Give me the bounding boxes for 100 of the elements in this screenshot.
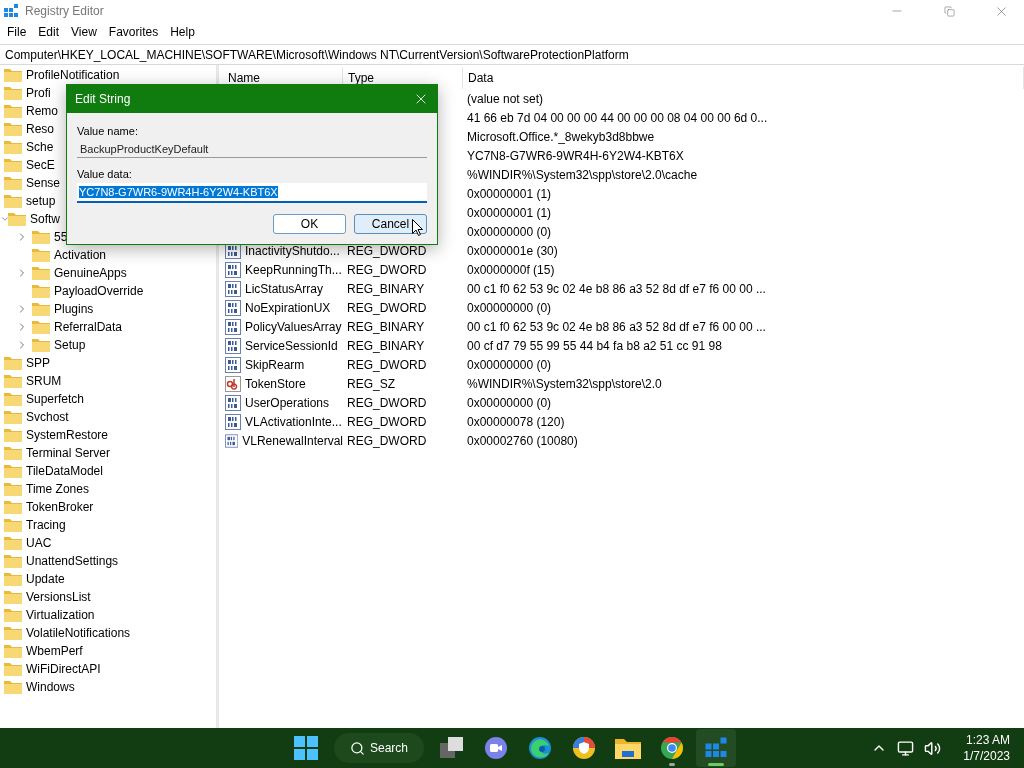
tree-item[interactable]: Remo — [26, 104, 58, 118]
chrome-icon — [660, 736, 684, 760]
table-cell-text: 00 c1 f0 62 53 9c 02 4e b8 86 a3 52 8d df e7 f6 00 00 ... — [466, 281, 766, 296]
table-cell-text: TokenStore — [244, 376, 306, 391]
menu-item[interactable]: View — [65, 25, 103, 39]
folder-icon — [4, 194, 22, 208]
binary-value-icon — [225, 261, 241, 278]
tree-item[interactable]: Activation — [54, 248, 107, 262]
tree-item[interactable]: Tracing — [26, 518, 66, 532]
folder-icon — [615, 737, 641, 759]
tree-item[interactable]: Sche — [26, 140, 54, 154]
tree-item[interactable]: PayloadOverride — [54, 284, 144, 298]
tree-item[interactable]: WiFiDirectAPI — [26, 662, 101, 676]
folder-icon — [4, 662, 22, 676]
tree-item[interactable]: SRUM — [26, 374, 62, 388]
binary-value-icon — [225, 337, 241, 354]
menu-item[interactable]: Edit — [32, 25, 66, 39]
table-cell-text: REG_SZ — [346, 376, 395, 391]
table-cell-text: InactivityShutdo... — [244, 243, 340, 258]
folder-icon — [4, 554, 22, 568]
table-cell-text: REG_BINARY — [346, 338, 425, 353]
table-cell-text: 0x00000000 (0) — [466, 395, 552, 410]
tree-item[interactable]: Softw — [30, 212, 60, 226]
tree-item[interactable]: Time Zones — [26, 482, 89, 496]
binary-value-icon — [225, 394, 241, 411]
tree-item[interactable]: Terminal Server — [26, 446, 111, 460]
tree-item[interactable]: Plugins — [54, 302, 94, 316]
folder-icon — [32, 248, 50, 262]
tree-item[interactable]: UnattendSettings — [26, 554, 119, 568]
folder-icon — [32, 320, 50, 334]
table-cell-text: (value not set) — [466, 91, 544, 106]
tree-item[interactable]: setup — [26, 194, 56, 208]
table-cell-text: REG_DWORD — [346, 300, 427, 315]
tree-item[interactable]: Superfetch — [26, 392, 85, 406]
menu-item[interactable]: File — [1, 25, 33, 39]
network-icon[interactable] — [897, 739, 915, 757]
search-button[interactable]: Search — [334, 733, 424, 763]
table-cell-text: ServiceSessionId — [244, 338, 338, 353]
folder-icon — [4, 410, 22, 424]
clock[interactable]: 1:23 AM 1/7/2023 — [963, 732, 1010, 764]
table-cell-text: VLRenewalInterval — [241, 433, 343, 448]
tree-item[interactable]: VolatileNotifications — [26, 626, 131, 640]
table-cell-text: KeepRunningTh... — [244, 262, 342, 277]
folder-icon — [4, 572, 22, 586]
tree-item[interactable]: Virtualization — [26, 608, 95, 622]
tree-item[interactable]: Svchost — [26, 410, 69, 424]
folder-icon — [4, 644, 22, 658]
registry-icon — [704, 736, 728, 760]
tree-item[interactable]: Update — [26, 572, 65, 586]
tree-item[interactable]: ProfileNotification — [26, 68, 120, 82]
table-cell-text: LicStatusArray — [244, 281, 324, 296]
tree-item[interactable]: SPP — [26, 356, 50, 370]
tree-item[interactable]: Windows — [26, 680, 75, 694]
tree-item[interactable]: VersionsList — [26, 590, 91, 604]
folder-icon — [4, 68, 22, 82]
folder-icon — [4, 590, 22, 604]
folder-icon — [4, 374, 22, 388]
table-cell-text: 0x00000000 (0) — [466, 224, 552, 239]
menu-item[interactable]: Help — [164, 25, 201, 39]
search-icon — [350, 740, 365, 756]
table-cell-text: 00 cf d7 79 55 99 55 44 b4 fa b8 a2 51 cc 91 98 — [466, 338, 722, 353]
binary-value-icon — [225, 318, 241, 335]
folder-icon — [4, 176, 22, 190]
column-header[interactable]: Data — [463, 67, 1024, 89]
folder-icon — [8, 212, 26, 226]
table-cell-text: REG_DWORD — [346, 243, 427, 258]
tree-item[interactable]: Profi — [26, 86, 51, 100]
table-cell-text: REG_BINARY — [346, 281, 425, 296]
table-cell-text: PolicyValuesArray — [244, 319, 342, 334]
tree-item[interactable]: Sense — [26, 176, 61, 190]
cancel-button[interactable]: Cancel — [354, 214, 427, 234]
tree-item[interactable]: GenuineApps — [54, 266, 127, 280]
table-cell-text: REG_DWORD — [346, 414, 427, 429]
table-cell-text: NoExpirationUX — [244, 300, 331, 315]
table-cell-text: 00 c1 f0 62 53 9c 02 4e b8 86 a3 52 8d df e7 f6 00 00 ... — [466, 319, 766, 334]
menu-item[interactable]: Favorites — [102, 25, 165, 39]
tree-item[interactable]: TileDataModel — [26, 464, 103, 478]
shield-browser-icon — [572, 736, 596, 760]
table-cell-text: 41 66 eb 7d 04 00 00 00 44 00 00 00 08 04 00 00 6d 0... — [466, 110, 768, 125]
tree-item[interactable]: ReferralData — [54, 320, 123, 334]
string-value-icon — [225, 375, 241, 392]
table-cell-text: 0x00000000 (0) — [466, 300, 552, 315]
tree-item[interactable]: TokenBroker — [26, 500, 94, 514]
folder-icon — [32, 284, 50, 298]
folder-icon — [4, 86, 22, 100]
registry-icon — [3, 3, 19, 19]
tree-item[interactable]: SecE — [26, 158, 55, 172]
value-data-field[interactable]: YC7N8-G7WR6-9WR4H-6Y2W4-KBT6X — [77, 183, 427, 203]
table-cell-text: 0x0000000f (15) — [466, 262, 555, 277]
address-bar[interactable]: Computer\HKEY_LOCAL_MACHINE\SOFTWARE\Microsoft\Windows NT\CurrentVersion\SoftwareProtectionPlatform — [0, 44, 1024, 65]
table-cell-text: 0x0000001e (30) — [466, 243, 558, 258]
folder-icon — [4, 464, 22, 478]
table-cell-text: REG_BINARY — [346, 319, 425, 334]
tree-item[interactable]: Setup — [54, 338, 86, 352]
tree-item[interactable]: SystemRestore — [26, 428, 109, 442]
tree-item[interactable]: Reso — [26, 122, 54, 136]
ok-button[interactable]: OK — [273, 214, 346, 234]
volume-icon[interactable] — [924, 739, 942, 757]
tree-item[interactable]: WbemPerf — [26, 644, 83, 658]
tree-item[interactable]: UAC — [26, 536, 52, 550]
